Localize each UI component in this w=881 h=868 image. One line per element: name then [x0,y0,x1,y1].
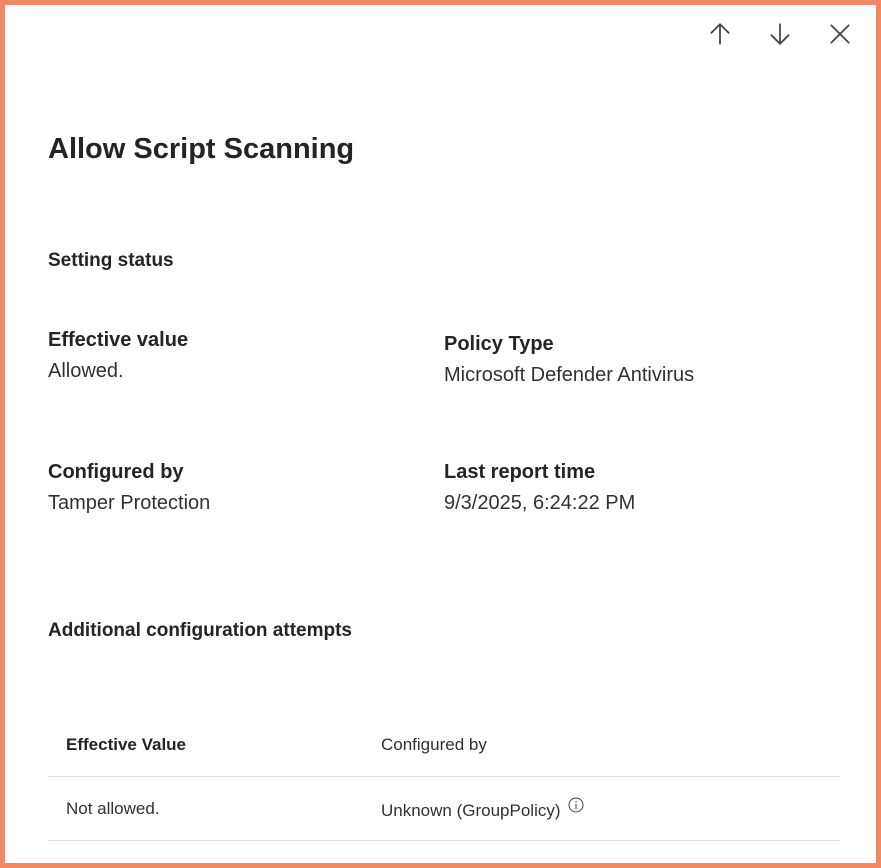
previous-item-button[interactable] [700,17,740,51]
configured-by-value: Tamper Protection [48,492,211,514]
effective-value-field: Effective value Allowed. [48,329,188,383]
close-button[interactable] [820,17,860,51]
policy-type-field: Policy Type Microsoft Defender Antivirus [444,333,694,387]
policy-type-value: Microsoft Defender Antivirus [444,364,695,386]
row-effective-value: Not allowed. [66,798,160,818]
configured-by-label: Configured by [48,461,184,483]
row-configured-by: Unknown (GroupPolicy) [381,800,561,820]
attempts-table: Effective Value Configured by Not allowe… [48,713,840,841]
details-panel: Allow Script Scanning Setting status Eff… [0,0,881,868]
policy-type-label: Policy Type [444,333,554,355]
arrow-down-icon [770,23,790,45]
table-header-row: Effective Value Configured by [48,713,840,777]
info-icon[interactable] [568,797,584,813]
panel-title: Allow Script Scanning [48,133,355,165]
effective-value-value: Allowed. [48,360,124,382]
additional-attempts-heading: Additional configuration attempts [48,620,352,641]
column-header-configured-by[interactable]: Configured by [381,735,840,755]
configured-by-field: Configured by Tamper Protection [48,461,210,515]
row-configured-by-cell: Unknown (GroupPolicy) [381,797,840,821]
table-row[interactable]: Not allowed. Unknown (GroupPolicy) [48,777,840,841]
column-header-effective-value[interactable]: Effective Value [48,735,381,755]
last-report-time-label: Last report time [444,461,596,483]
panel-actions [700,17,860,51]
last-report-time-field: Last report time 9/3/2025, 6:24:22 PM [444,461,635,515]
last-report-time-value: 9/3/2025, 6:24:22 PM [444,492,636,514]
arrow-up-icon [710,23,730,45]
next-item-button[interactable] [760,17,800,51]
close-icon [830,24,850,44]
setting-status-heading: Setting status [48,250,174,271]
effective-value-label: Effective value [48,329,189,351]
